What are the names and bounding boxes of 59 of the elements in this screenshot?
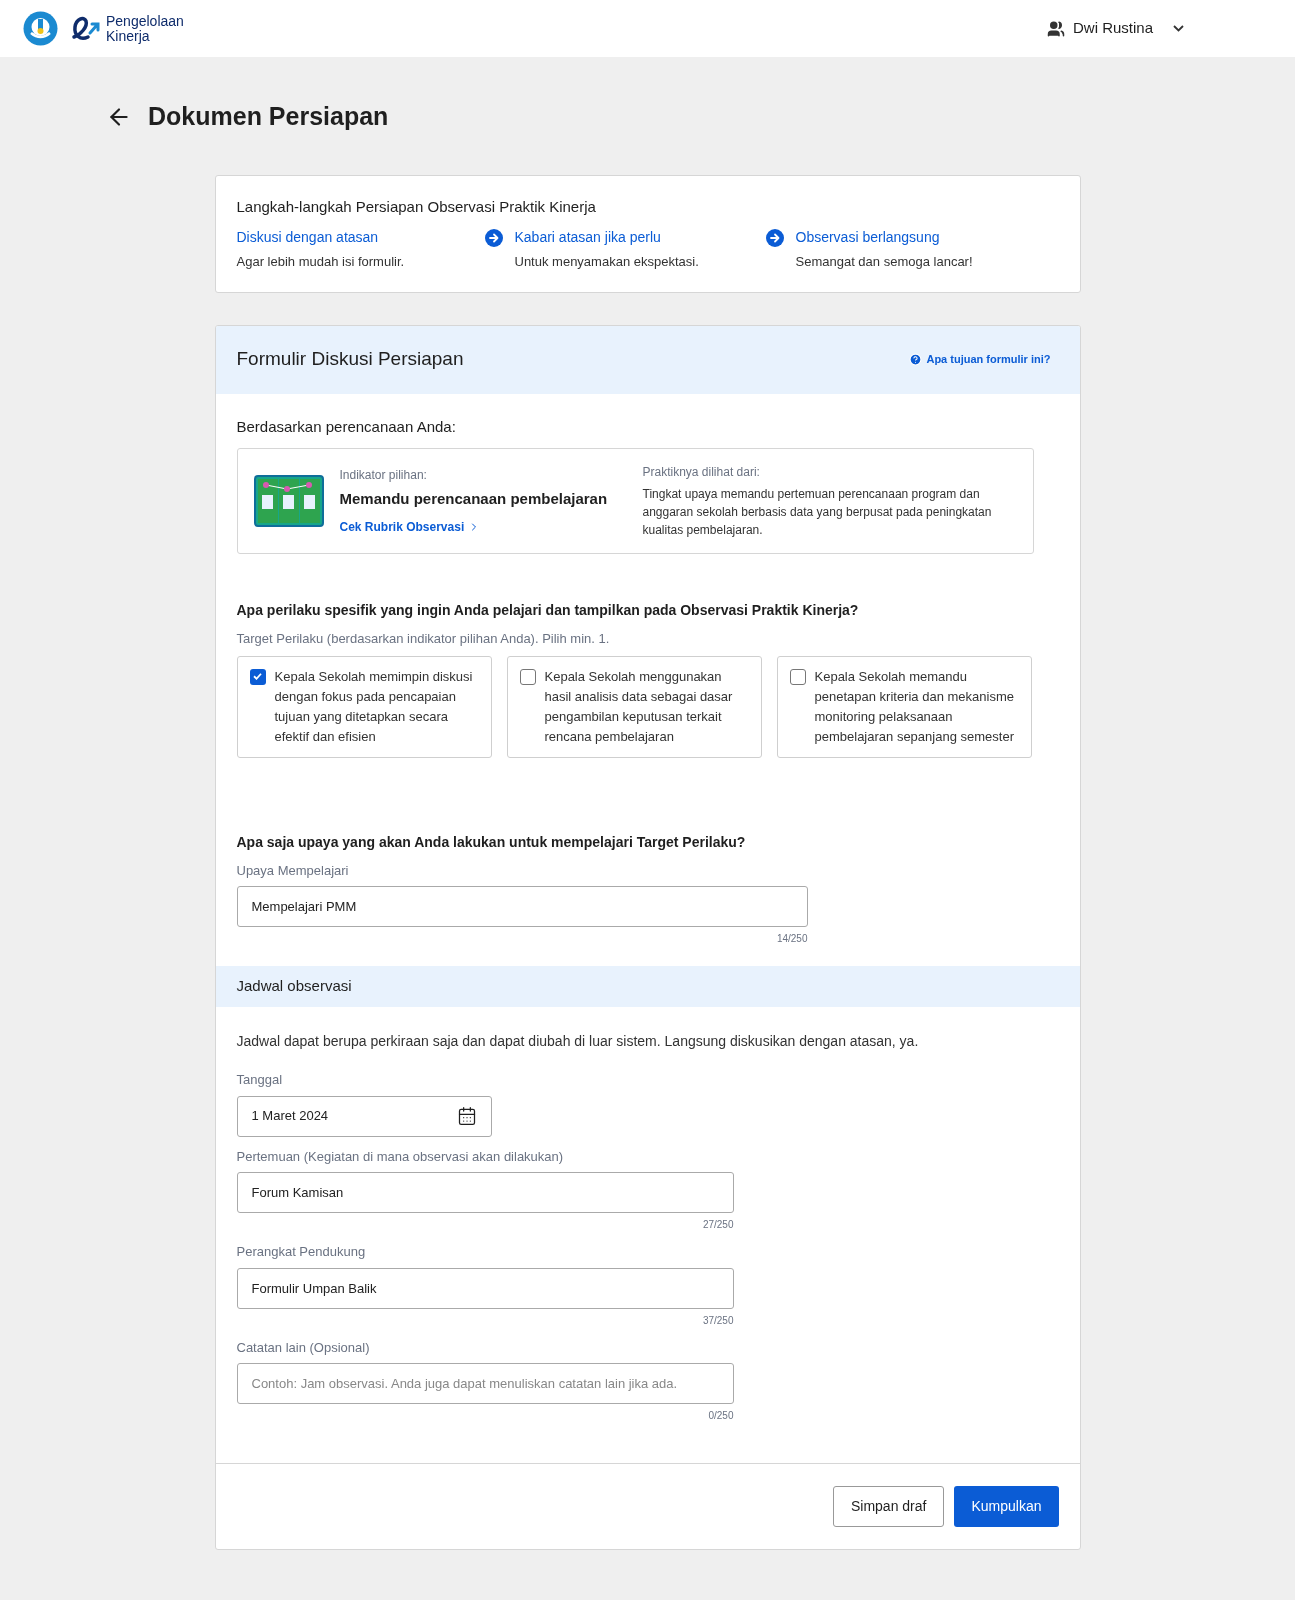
- checkbox[interactable]: [519, 668, 536, 685]
- chevron-down-icon: [1173, 25, 1184, 32]
- option-text: Kepala Sekolah menggunakan hasil analisis data sebagai dasar pengambilan keputusan terkait rencana pembelajaran: [544, 667, 734, 746]
- character-counter: 14/250: [776, 932, 808, 946]
- option-text: Kepala Sekolah memimpin diskusi dengan fokus pada pencapaian tujuan yang ditetapkan secara efektif dan efisien: [274, 667, 474, 746]
- logo-icon: [70, 14, 102, 43]
- save-draft-button[interactable]: Simpan draf: [832, 1486, 945, 1527]
- arrow-circle-icon: [484, 229, 503, 247]
- character-counter: 0/250: [708, 1409, 734, 1423]
- form-title: Formulir Diskusi Persiapan: [236, 347, 464, 372]
- logo-text: Pengelolaan: [106, 13, 184, 29]
- step-description: Untuk menyamakan ekspektasi.: [514, 253, 699, 271]
- section-title: Jadwal observasi: [236, 976, 352, 997]
- help-icon: [909, 353, 923, 366]
- step-title: Observasi berlangsung: [795, 228, 941, 247]
- behavior-option[interactable]: Kepala Sekolah menggunakan hasil analisis data sebagai dasar pengambilan keputusan terkait rencana pembelajaran: [506, 655, 762, 758]
- indicator-label: Indikator pilihan:: [339, 466, 428, 484]
- rubric-link[interactable]: Cek Rubrik Observasi: [339, 518, 481, 537]
- input-field[interactable]: Mempelajari PMM: [236, 886, 808, 927]
- character-counter: 37/250: [702, 1313, 734, 1328]
- calendar-icon: [456, 1106, 477, 1126]
- indicator-value: Memandu perencanaan pembelajaran: [339, 488, 609, 509]
- step-description: Semangat dan semoga lancar!: [795, 253, 973, 271]
- page-title: Dokumen Persiapan: [148, 101, 389, 132]
- input-field[interactable]: Forum Kamisan: [236, 1172, 734, 1213]
- checkbox[interactable]: [789, 668, 806, 685]
- help-link[interactable]: Apa tujuan formulir ini?: [909, 351, 1051, 368]
- step-title: Diskusi dengan atasan: [236, 228, 380, 247]
- users-icon: [1046, 19, 1065, 38]
- input-field[interactable]: Contoh: Jam observasi. Anda juga dapat menuliskan catatan lain jika ada.: [236, 1363, 734, 1404]
- emblem-icon: [23, 11, 58, 46]
- field-label: Pertemuan (Kegiatan di mana observasi akan dilakukan): [236, 1147, 565, 1166]
- hint-text: Target Perilaku (berdasarkan indikator pilihan Anda). Pilih min. 1.: [236, 630, 611, 648]
- character-counter: 27/250: [702, 1218, 734, 1232]
- user-menu[interactable]: Dwi Rustina: [1046, 17, 1184, 40]
- practice-label: Praktiknya dilihat dari:: [642, 464, 761, 481]
- logo-text: Kinerja: [106, 28, 150, 44]
- field-label: Tanggal: [236, 1071, 284, 1089]
- schedule-note: Jadwal dapat berupa perkiraan saja dan dapat diubah di luar sistem. Langsung diskusikan dengan atasan, ya.: [236, 1032, 920, 1051]
- check-icon: [253, 673, 262, 680]
- steps-title: Langkah-langkah Persiapan Observasi Praktik Kinerja: [236, 196, 597, 217]
- practice-description: Tingkat upaya memandu pertemuan perencanaan program dan anggaran sekolah berbasis data yang berpusat pada peningkatan kualitas pembelajaran.: [642, 486, 993, 539]
- question-text: Apa perilaku spesifik yang ingin Anda pelajari dan tampilkan pada Observasi Praktik Kinerja?: [236, 601, 860, 620]
- date-field[interactable]: 1 Maret 2024: [236, 1095, 492, 1137]
- checkbox[interactable]: [249, 668, 266, 685]
- question-text: Apa saja upaya yang akan Anda lakukan untuk mempelajari Target Perilaku?: [236, 832, 747, 852]
- submit-button[interactable]: Kumpulkan: [954, 1486, 1059, 1527]
- behavior-option[interactable]: Kepala Sekolah memandu penetapan kriteria dan mekanisme monitoring pelaksanaan pembelajaran sepanjang semester: [776, 655, 1032, 758]
- illustration-icon: [253, 475, 324, 527]
- option-text: Kepala Sekolah memandu penetapan kriteria dan mekanisme monitoring pelaksanaan pembelajaran sepanjang semester: [814, 667, 1015, 746]
- field-label: Perangkat Pendukung: [236, 1243, 367, 1261]
- step-description: Agar lebih mudah isi formulir.: [236, 253, 405, 271]
- field-label: Upaya Mempelajari: [236, 861, 350, 880]
- input-field[interactable]: Formulir Umpan Balik: [236, 1267, 734, 1309]
- section-heading: Berdasarkan perencanaan Anda:: [236, 416, 457, 437]
- step-title: Kabari atasan jika perlu: [514, 228, 662, 247]
- behavior-option[interactable]: Kepala Sekolah memimpin diskusi dengan fokus pada pencapaian tujuan yang ditetapkan secara efektif dan efisien: [236, 655, 492, 758]
- arrow-circle-icon: [765, 229, 784, 247]
- field-label: Catatan lain (Opsional): [236, 1338, 371, 1357]
